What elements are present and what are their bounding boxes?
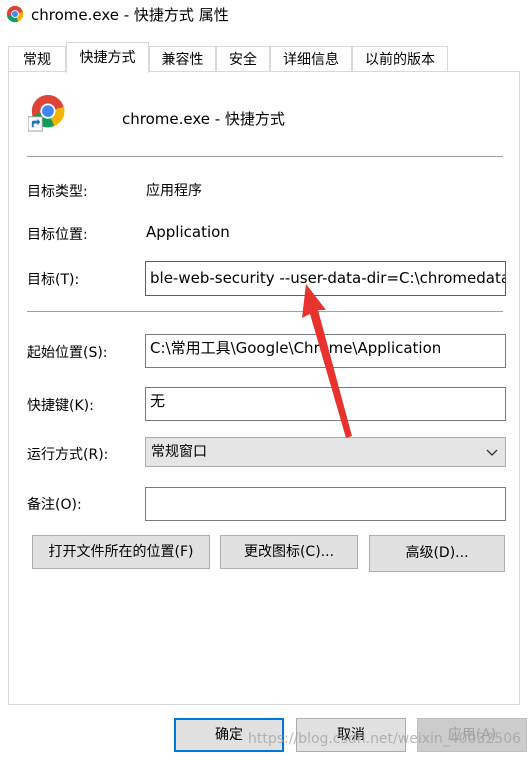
shortcut-name: chrome.exe - 快捷方式 [122, 110, 285, 128]
title-bar[interactable]: chrome.exe - 快捷方式 属性 [0, 0, 529, 30]
run-select-value: 常规窗口 [151, 444, 207, 460]
chevron-down-icon [486, 449, 498, 456]
chrome-shortcut-icon [28, 94, 65, 132]
target-type-label: 目标类型: [27, 184, 88, 200]
hotkey-label: 快捷键(K): [27, 398, 94, 414]
advanced-button[interactable]: 高级(D)... [369, 535, 505, 572]
tab-compatibility[interactable]: 兼容性 [149, 46, 216, 72]
open-file-location-button[interactable]: 打开文件所在的位置(F) [32, 535, 210, 569]
change-icon-button[interactable]: 更改图标(C)... [220, 535, 358, 569]
tab-shortcut[interactable]: 快捷方式 [66, 42, 149, 73]
tab-details[interactable]: 详细信息 [270, 46, 352, 72]
tab-general[interactable]: 常规 [8, 46, 66, 72]
divider-middle [27, 311, 503, 312]
target-location-label: 目标位置: [27, 227, 88, 243]
run-label: 运行方式(R): [27, 447, 109, 463]
watermark-text: https://blog.csdn.net/weixin_40032506 [248, 731, 522, 747]
tab-previous-versions[interactable]: 以前的版本 [352, 46, 448, 72]
comment-label: 备注(O): [27, 497, 82, 513]
target-location-value: Application [146, 223, 230, 241]
start-in-label: 起始位置(S): [27, 345, 108, 361]
comment-input[interactable] [145, 487, 506, 521]
target-type-value: 应用程序 [146, 183, 202, 199]
run-select[interactable]: 常规窗口 [145, 437, 506, 467]
window-title: chrome.exe - 快捷方式 属性 [31, 6, 229, 24]
annotation-arrow-icon [302, 284, 352, 438]
tab-security[interactable]: 安全 [216, 46, 270, 72]
chrome-icon [6, 5, 24, 23]
divider-top [27, 156, 503, 157]
target-label: 目标(T): [27, 272, 80, 288]
